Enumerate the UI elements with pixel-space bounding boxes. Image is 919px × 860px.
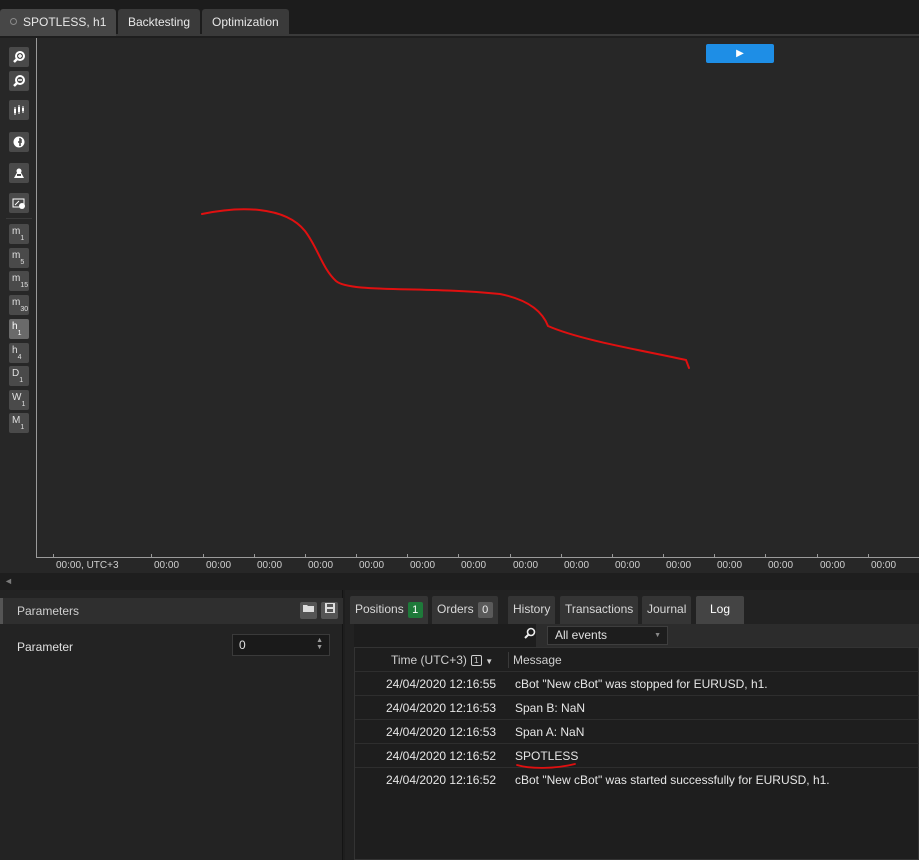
tab-transactions[interactable]: Transactions [560,596,639,624]
chart-area[interactable]: m1 m5 m15 m30 h1 h4 D1 W1 M1 ▶ 00:00, UT… [0,38,919,573]
parameters-header: Parameters [0,598,343,624]
x-axis-tick [663,554,664,558]
tab-backtesting[interactable]: Backtesting [118,9,201,36]
x-axis-tick-label: 00:00 [717,560,743,571]
x-axis-tick [817,554,818,558]
x-axis-tick-label: 00:00 [308,560,334,571]
x-axis-tick [305,554,306,558]
x-axis-tick-label: 00:00 [564,560,590,571]
tab-history[interactable]: History [508,596,556,624]
parameter-label: Parameter [17,640,74,654]
log-row[interactable]: 24/04/2020 12:16:55 cBot "New cBot" was s… [355,672,919,696]
x-axis-tick-label: 00:00 [871,560,897,571]
top-tab-bar: SPOTLESS, h1 Backtesting Optimization [0,0,919,36]
x-axis-tick-label: 00:00 [820,560,846,571]
log-search-input[interactable] [354,624,536,647]
log-table: Time (UTC+3) 1 ▼ Message 24/04/2020 12:16… [354,647,919,860]
x-axis-tick-label: 00:00 [615,560,641,571]
x-axis-tick [203,554,204,558]
time-column-header[interactable]: Time (UTC+3) 1 ▼ [391,653,493,667]
tab-label: SPOTLESS, h1 [23,15,107,29]
log-filter-bar: All events ▼ [354,624,919,647]
x-axis-tick-label: 00:00 [257,560,283,571]
sort-order-badge: 1 [470,655,482,666]
x-axis-tick-label: 00:00 [768,560,794,571]
log-row[interactable]: 24/04/2020 12:16:53 Span A: NaN [355,720,919,744]
log-row[interactable]: 24/04/2020 12:16:52 cBot "New cBot" was s… [355,768,919,792]
positions-count-badge: 1 [407,602,423,618]
x-axis-tick [510,554,511,558]
tab-log[interactable]: Log [696,596,745,624]
red-annotation-stroke [201,208,690,369]
x-axis-tick [151,554,152,558]
x-axis-tick-label: 00:00, UTC+3 [56,560,119,571]
tab-journal[interactable]: Journal [642,596,692,624]
parameters-panel: Parameters Parameter 0 ▲ ▼ [0,590,343,860]
tab-orders[interactable]: Orders 0 [432,596,498,624]
x-axis-tick-label: 00:00 [513,560,539,571]
x-axis-tick-label: 00:00 [359,560,385,571]
tab-optimization[interactable]: Optimization [202,9,289,36]
tab-chart-spotless[interactable]: SPOTLESS, h1 [0,9,117,36]
x-axis-tick [868,554,869,558]
x-axis-tick [612,554,613,558]
x-axis-tick [356,554,357,558]
x-axis-tick [53,554,54,558]
x-axis-tick [254,554,255,558]
x-axis-tick [458,554,459,558]
x-axis-tick [561,554,562,558]
open-folder-icon[interactable] [300,602,317,619]
x-axis-tick [407,554,408,558]
parameter-input[interactable]: 0 ▲ ▼ [232,634,330,656]
x-axis-tick [765,554,766,558]
tab-positions[interactable]: Positions 1 [350,596,428,624]
sort-desc-icon: ▼ [485,657,494,666]
chevron-down-icon: ▼ [654,632,661,639]
column-divider [508,652,509,668]
log-row[interactable]: 24/04/2020 12:16:52 SPOTLESS [355,744,919,769]
chart-scrollbar[interactable]: ◄ [0,573,919,590]
parameters-title: Parameters [17,604,80,618]
search-icon[interactable] [524,627,536,642]
scroll-left-icon[interactable]: ◄ [4,576,13,586]
log-row[interactable]: 24/04/2020 12:16:53 Span B: NaN [355,696,919,720]
message-column-header[interactable]: Message [513,653,562,667]
x-axis-tick [714,554,715,558]
instance-status-icon [10,18,17,25]
parameter-value: 0 [239,638,246,652]
event-filter-dropdown[interactable]: All events ▼ [547,626,668,645]
stepper-arrows-icon[interactable]: ▲ ▼ [316,637,323,651]
time-axis: 00:00, UTC+3 00:00 00:00 00:00 00:00 00:00 00:… [36,554,919,573]
x-axis-tick-label: 00:00 [461,560,487,571]
x-axis-tick-label: 00:00 [666,560,692,571]
log-panel: Positions 1 Orders 0 History Transactions … [345,590,919,860]
x-axis-tick-label: 00:00 [410,560,436,571]
x-axis-tick-label: 00:00 [206,560,232,571]
save-icon[interactable] [321,602,338,619]
x-axis-tick-label: 00:00 [154,560,180,571]
log-table-header: Time (UTC+3) 1 ▼ Message [355,648,919,672]
orders-count-badge: 0 [477,602,493,618]
